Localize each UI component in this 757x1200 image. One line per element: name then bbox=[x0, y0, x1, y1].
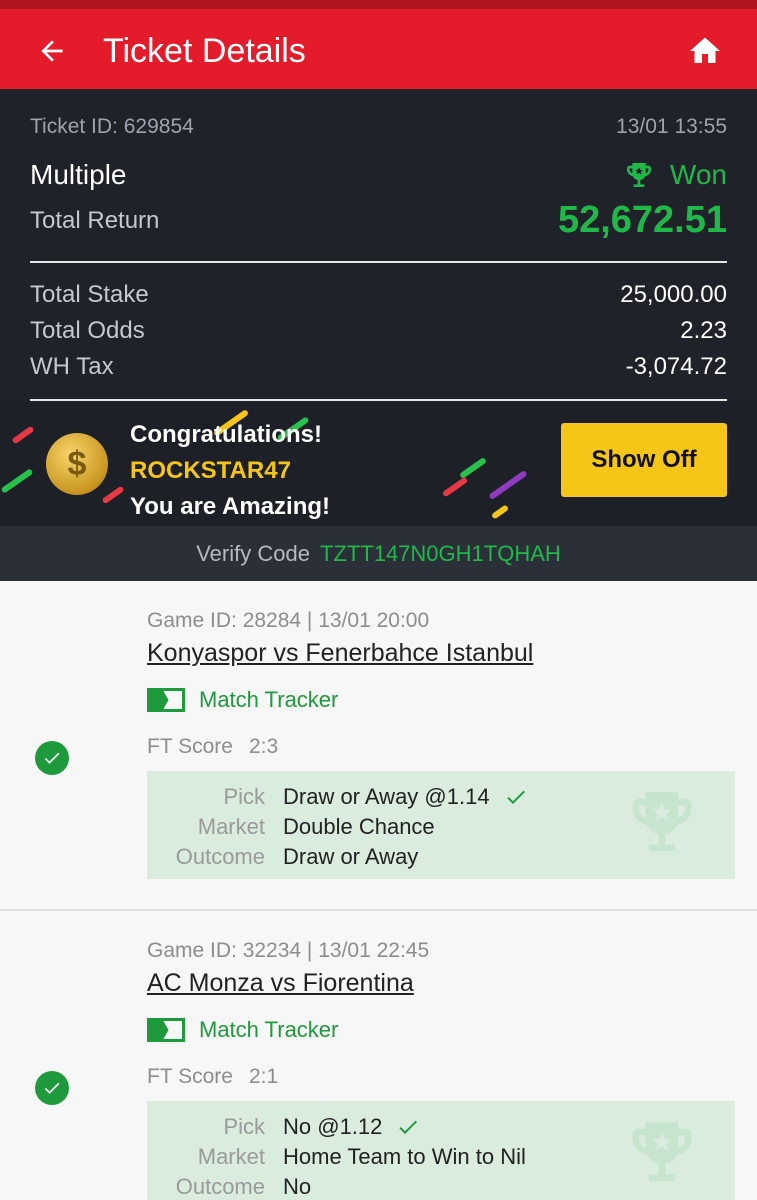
pick-box: Pick Draw or Away @1.14 Market Double Ch… bbox=[147, 771, 735, 879]
confetti-streak bbox=[0, 468, 34, 494]
ft-score-value: 2:1 bbox=[248, 1065, 279, 1088]
bet-leg: Game ID: 32234 | 13/01 22:45 AC Monza vs… bbox=[0, 911, 757, 1200]
confetti-streak bbox=[11, 425, 35, 445]
match-tracker-link[interactable]: Match Tracker bbox=[147, 1017, 338, 1043]
confetti-streak bbox=[441, 476, 469, 498]
outcome-label: Outcome bbox=[175, 1174, 265, 1199]
congrats-line: Congratulations! bbox=[130, 421, 322, 448]
game-meta: Game ID: 28284 | 13/01 20:00 bbox=[147, 609, 430, 632]
ft-score-label: FT Score bbox=[147, 735, 233, 758]
pick-value: Draw or Away @1.14 bbox=[283, 784, 528, 810]
total-return-label: Total Return bbox=[30, 206, 160, 234]
confetti-streak bbox=[490, 504, 510, 520]
pick-box: Pick No @1.12 Market Home Team to Win to… bbox=[147, 1101, 735, 1200]
match-tracker-icon bbox=[147, 1018, 185, 1042]
bet-leg: Game ID: 28284 | 13/01 20:00 Konyaspor v… bbox=[0, 581, 757, 909]
match-tracker-label: Match Tracker bbox=[199, 687, 339, 712]
confetti-streak bbox=[488, 469, 528, 501]
market-label: Market bbox=[197, 1144, 265, 1169]
check-circle-icon bbox=[35, 1071, 69, 1105]
check-icon bbox=[506, 790, 525, 804]
pick-text: No @1.12 bbox=[283, 1114, 383, 1139]
status-text: Won bbox=[669, 159, 727, 190]
trophy-icon bbox=[626, 163, 651, 187]
show-off-button[interactable]: Show Off bbox=[561, 423, 727, 497]
congrats-banner: $ Congratulations! ROCKSTAR47 You are Am… bbox=[0, 403, 757, 526]
arrow-left-icon bbox=[41, 40, 63, 62]
home-button[interactable] bbox=[683, 29, 727, 73]
verify-code-value[interactable]: TZTT147N0GH1TQHAH bbox=[320, 541, 561, 567]
match-name-link[interactable]: Konyaspor vs Fenerbahce Istanbul bbox=[147, 639, 533, 668]
wh-tax-label: WH Tax bbox=[30, 353, 114, 380]
wh-tax-value: -3,074.72 bbox=[625, 353, 727, 380]
home-icon bbox=[690, 37, 720, 63]
outcome-value: Draw or Away bbox=[283, 844, 419, 869]
pick-label: Pick bbox=[223, 1114, 265, 1139]
status-bar bbox=[0, 0, 757, 9]
ticket-id: Ticket ID: 629854 bbox=[30, 115, 194, 138]
coin-icon: $ bbox=[46, 433, 108, 495]
total-stake-label: Total Stake bbox=[30, 281, 149, 308]
app-bar: Ticket Details bbox=[0, 9, 757, 89]
ft-score-label: FT Score bbox=[147, 1065, 233, 1088]
match-name-link[interactable]: AC Monza vs Fiorentina bbox=[147, 969, 414, 998]
ft-score-value: 2:3 bbox=[248, 735, 279, 758]
verify-code-bar: Verify Code TZTT147N0GH1TQHAH bbox=[0, 526, 757, 581]
ticket-datetime: 13/01 13:55 bbox=[616, 115, 727, 138]
check-icon bbox=[399, 1120, 418, 1134]
total-odds-value: 2.23 bbox=[680, 317, 727, 344]
match-tracker-icon bbox=[147, 688, 185, 712]
divider bbox=[30, 399, 727, 401]
confetti-streak bbox=[101, 485, 125, 505]
ft-score: FT Score 2:3 bbox=[147, 735, 278, 759]
verify-code-label: Verify Code bbox=[196, 540, 310, 566]
pick-value: No @1.12 bbox=[283, 1114, 420, 1140]
trophy-watermark-icon bbox=[632, 1122, 692, 1182]
pick-text: Draw or Away @1.14 bbox=[283, 784, 490, 809]
trophy-watermark-icon bbox=[632, 792, 692, 852]
total-stake-value: 25,000.00 bbox=[620, 281, 727, 308]
market-value: Home Team to Win to Nil bbox=[283, 1144, 526, 1169]
divider bbox=[30, 261, 727, 263]
match-tracker-label: Match Tracker bbox=[199, 1017, 339, 1042]
outcome-label: Outcome bbox=[175, 844, 265, 869]
pick-label: Pick bbox=[223, 784, 265, 809]
market-label: Market bbox=[197, 814, 265, 839]
bet-type: Multiple bbox=[30, 159, 127, 190]
back-button[interactable] bbox=[30, 29, 74, 73]
congrats-text: Congratulations! ROCKSTAR47 You are Amaz… bbox=[130, 417, 330, 525]
congrats-line: You are Amazing! bbox=[130, 493, 331, 520]
check-circle-icon bbox=[35, 741, 69, 775]
match-tracker-link[interactable]: Match Tracker bbox=[147, 687, 338, 713]
page-title: Ticket Details bbox=[103, 32, 306, 70]
status-badge: Won bbox=[622, 159, 727, 191]
outcome-value: No bbox=[283, 1174, 312, 1199]
confetti-streak bbox=[458, 456, 488, 480]
congrats-username: ROCKSTAR47 bbox=[130, 457, 291, 484]
ticket-summary: Ticket ID: 629854 13/01 13:55 Multiple W… bbox=[0, 89, 757, 581]
game-meta: Game ID: 32234 | 13/01 22:45 bbox=[147, 939, 430, 962]
market-value: Double Chance bbox=[283, 814, 435, 839]
total-return-value: 52,672.51 bbox=[557, 199, 727, 241]
total-odds-label: Total Odds bbox=[30, 317, 145, 344]
ft-score: FT Score 2:1 bbox=[147, 1065, 278, 1089]
